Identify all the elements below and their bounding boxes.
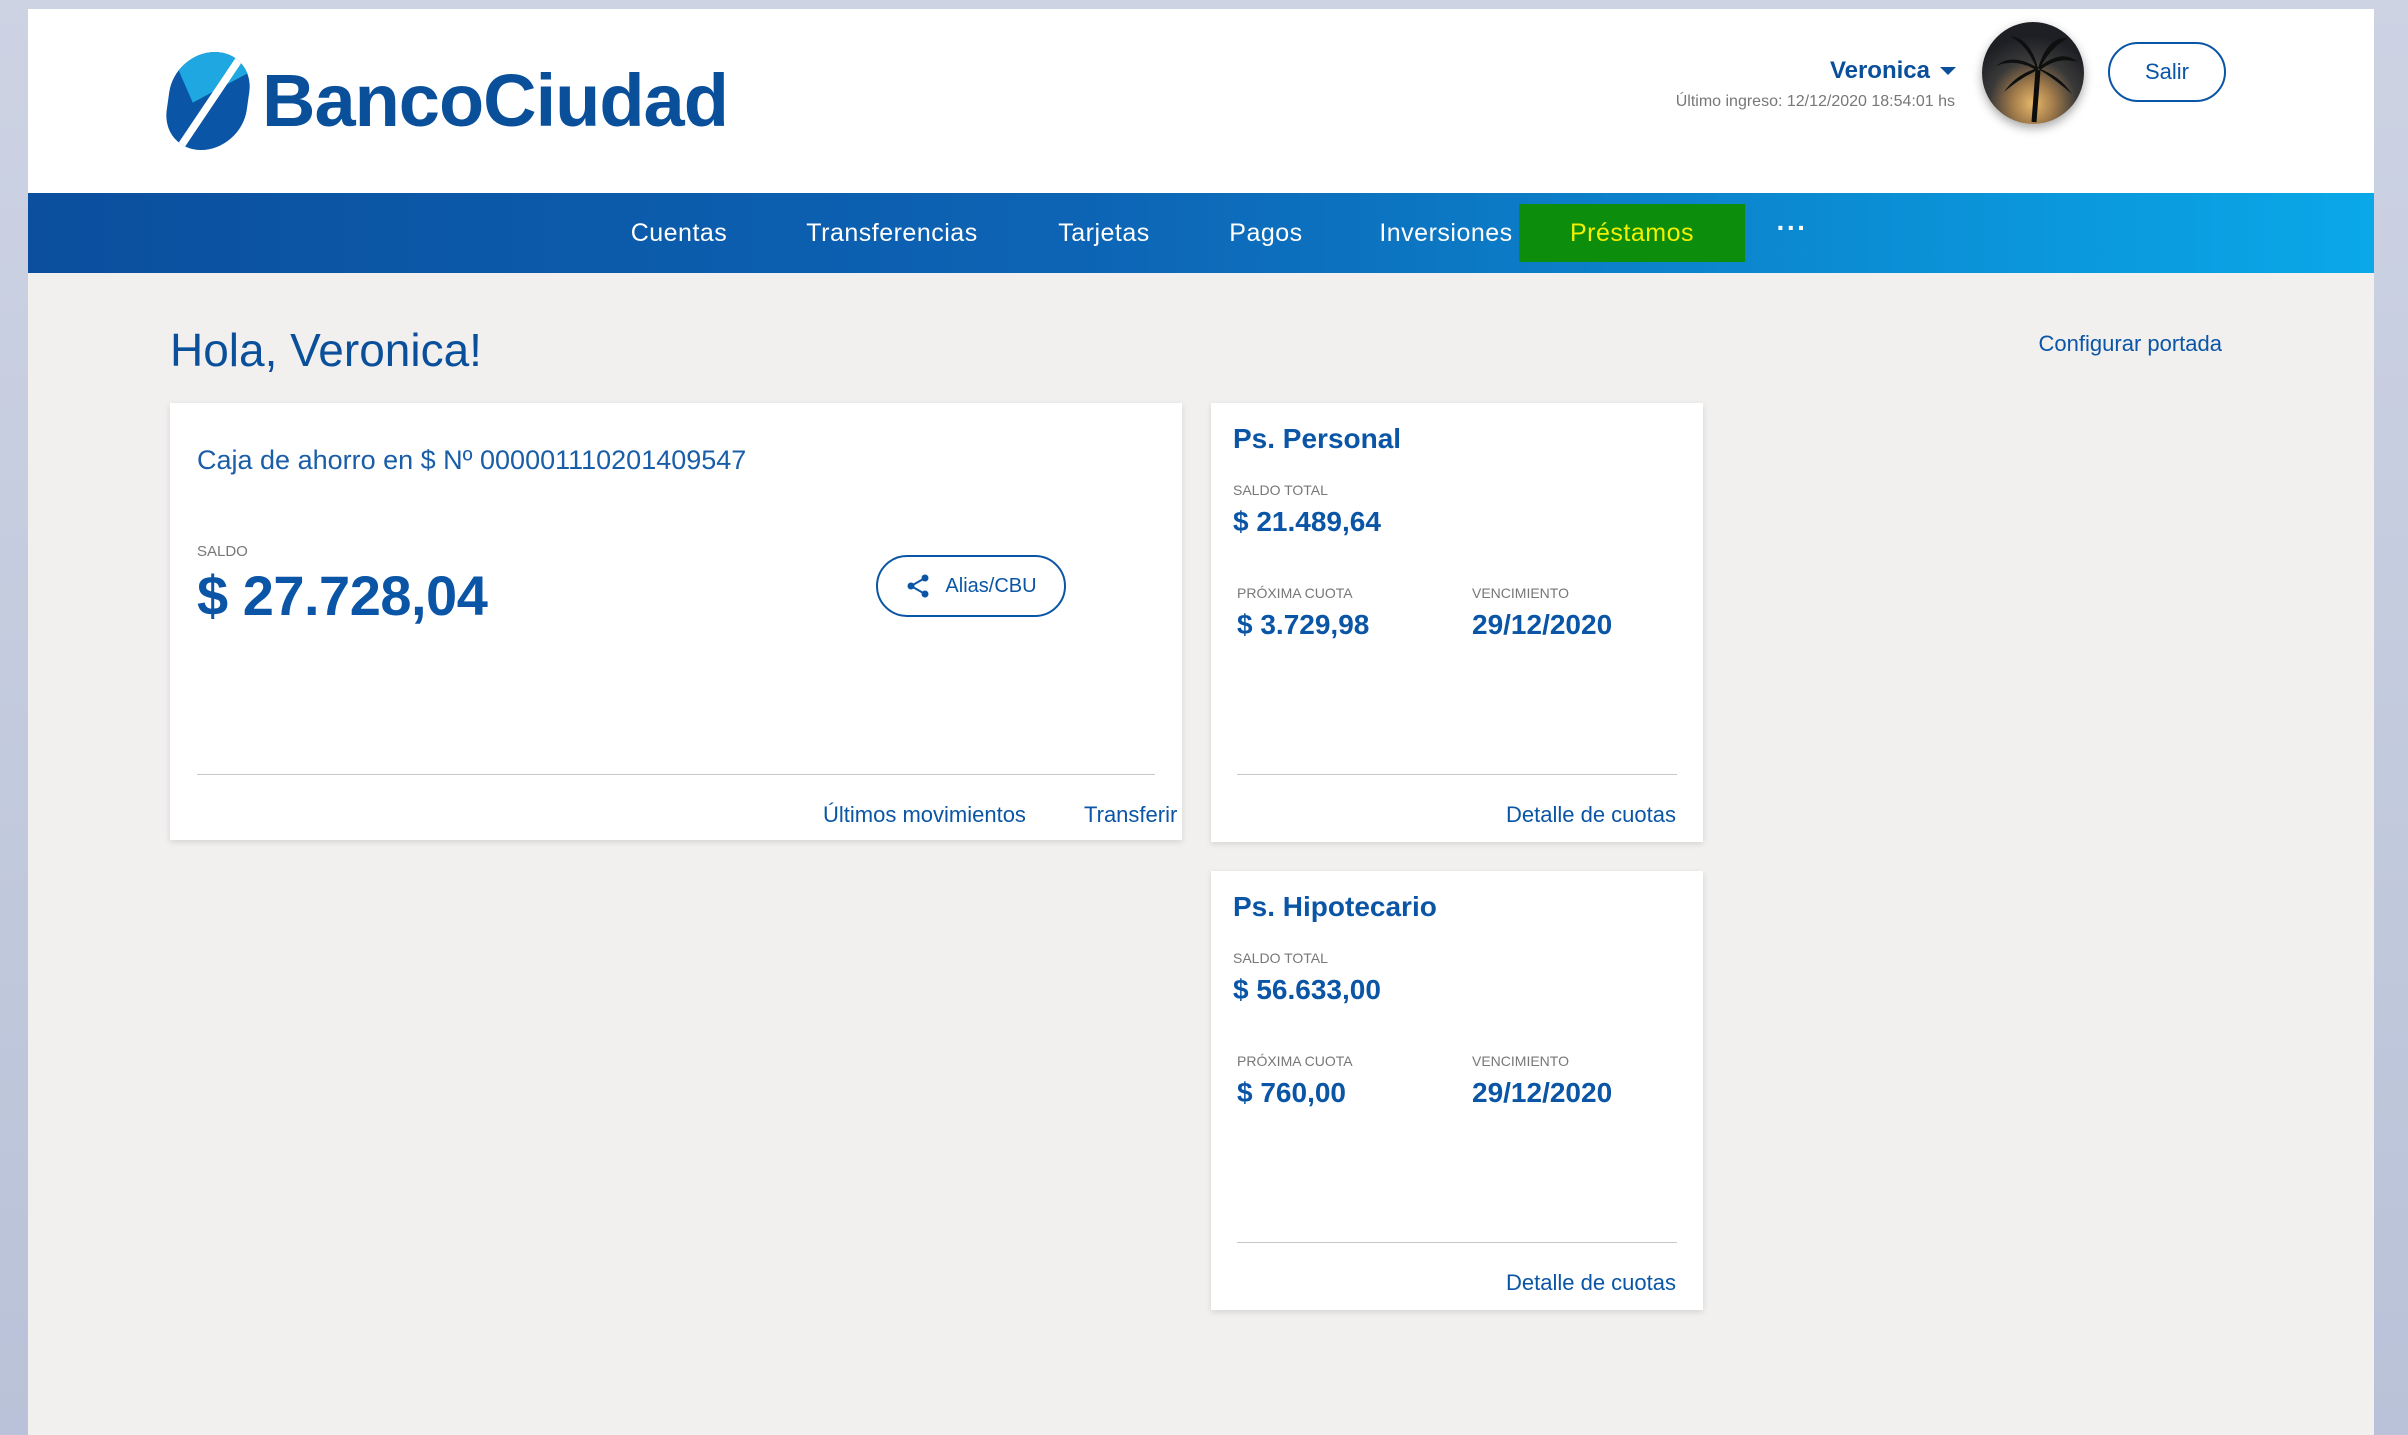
divider xyxy=(1237,774,1677,775)
logout-button[interactable]: Salir xyxy=(2108,42,2226,102)
brand-name[interactable]: BancoCiudad xyxy=(262,57,729,145)
share-icon xyxy=(907,574,929,598)
due-date-label: VENCIMIENTO xyxy=(1472,1053,1569,1069)
total-balance-label: SALDO TOTAL xyxy=(1233,482,1328,498)
loan-title[interactable]: Ps. Personal xyxy=(1233,423,1401,455)
divider xyxy=(1237,1242,1677,1243)
next-installment: $ 3.729,98 xyxy=(1237,609,1370,640)
header: BancoCiudad Veronica Último ingreso: 12/… xyxy=(28,9,2374,193)
nav-item-pagos[interactable]: Pagos xyxy=(1206,193,1326,273)
transfer-link[interactable]: Transferir xyxy=(1084,802,1177,828)
loan-card-personal: Ps. Personal SALDO TOTAL $ 21.489,64 PRÓ… xyxy=(1211,403,1703,842)
caret-down-icon xyxy=(1940,67,1956,75)
configure-home-link[interactable]: Configurar portada xyxy=(2039,331,2222,357)
installments-detail-link[interactable]: Detalle de cuotas xyxy=(1506,802,1676,828)
page-title: Hola, Veronica! xyxy=(170,324,482,376)
avatar[interactable] xyxy=(1982,22,2084,124)
account-title[interactable]: Caja de ahorro en $ Nº 00000111020140954… xyxy=(197,445,746,476)
user-name: Veronica xyxy=(1829,57,1930,84)
loan-card-mortgage: Ps. Hipotecario SALDO TOTAL $ 56.633,00 … xyxy=(1211,871,1703,1310)
main-nav: Cuentas Transferencias Tarjetas Pagos In… xyxy=(28,193,2374,273)
account-balance: $ 27.728,04 xyxy=(197,564,488,627)
account-card: Caja de ahorro en $ Nº 00000111020140954… xyxy=(170,403,1182,840)
loan-title[interactable]: Ps. Hipotecario xyxy=(1233,891,1437,923)
alias-cbu-label: Alias/CBU xyxy=(945,574,1037,597)
bank-logo-icon[interactable] xyxy=(161,52,255,150)
total-balance-label: SALDO TOTAL xyxy=(1233,950,1328,966)
last-login: Último ingreso: 12/12/2020 18:54:01 hs xyxy=(1675,93,1955,110)
nav-item-tarjetas[interactable]: Tarjetas xyxy=(1026,193,1182,273)
nav-item-cuentas[interactable]: Cuentas xyxy=(600,193,758,273)
due-date: 29/12/2020 xyxy=(1472,609,1613,640)
palm-tree-icon xyxy=(1996,36,2078,123)
due-date-label: VENCIMIENTO xyxy=(1472,585,1569,601)
installments-detail-link[interactable]: Detalle de cuotas xyxy=(1506,1270,1676,1296)
nav-item-transferencias[interactable]: Transferencias xyxy=(780,193,1004,273)
divider xyxy=(197,774,1155,775)
total-balance: $ 21.489,64 xyxy=(1233,506,1381,537)
due-date: 29/12/2020 xyxy=(1472,1077,1613,1108)
nav-item-inversiones[interactable]: Inversiones xyxy=(1346,193,1546,273)
next-installment: $ 760,00 xyxy=(1237,1077,1346,1108)
alias-cbu-button[interactable]: Alias/CBU xyxy=(876,555,1066,617)
next-installment-label: PRÓXIMA CUOTA xyxy=(1237,585,1353,601)
next-installment-label: PRÓXIMA CUOTA xyxy=(1237,1053,1353,1069)
more-icon[interactable]: ··· xyxy=(1772,193,1812,273)
last-movements-link[interactable]: Últimos movimientos xyxy=(823,802,1026,828)
app-frame: BancoCiudad Veronica Último ingreso: 12/… xyxy=(28,9,2374,1435)
balance-label: SALDO xyxy=(197,543,248,560)
nav-item-prestamos[interactable]: Préstamos xyxy=(1519,204,1745,262)
total-balance: $ 56.633,00 xyxy=(1233,974,1381,1005)
user-menu[interactable]: Veronica xyxy=(1830,57,1956,85)
